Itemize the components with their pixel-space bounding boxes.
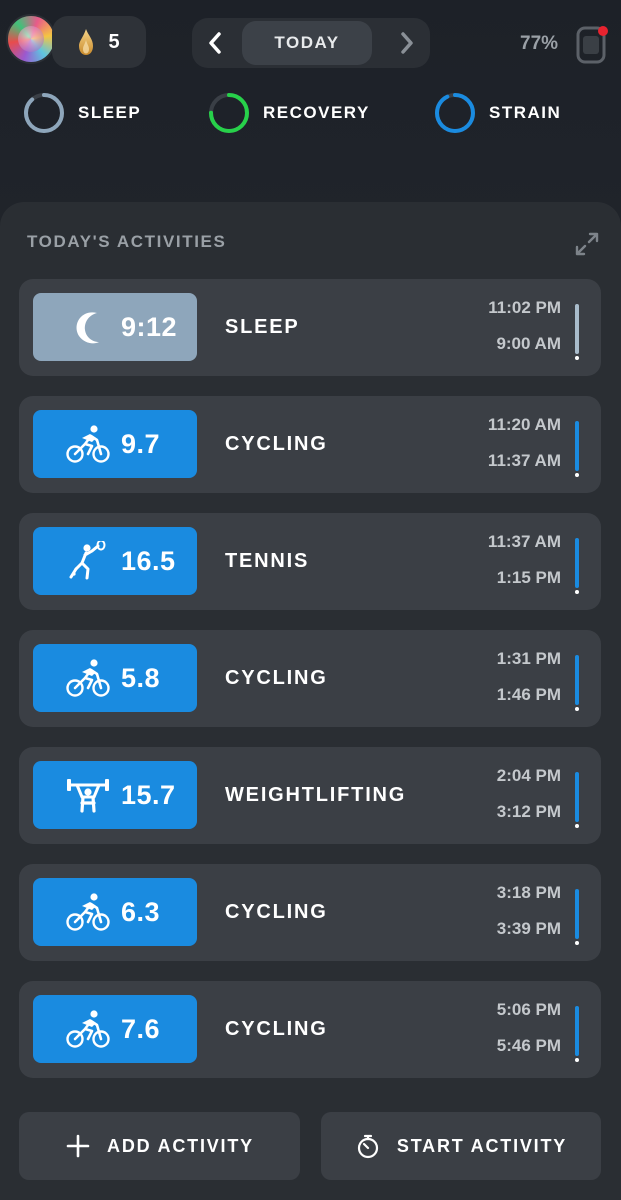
activity-row-tennis[interactable]: 16.5 TENNIS 11:37 AM 1:15 PM [19, 513, 601, 610]
activity-start-time: 3:18 PM [496, 883, 561, 902]
activities-title: TODAY'S ACTIVITIES [27, 232, 227, 251]
current-date-button[interactable]: TODAY [242, 21, 372, 65]
activity-row-cycling[interactable]: 7.6 CYCLING 5:06 PM 5:46 PM [19, 981, 601, 1078]
activity-end-time: 3:39 PM [496, 919, 561, 938]
activity-badge: 6.3 [33, 878, 197, 946]
activity-name: CYCLING [225, 1018, 328, 1040]
activity-badge: 9.7 [33, 410, 197, 478]
flame-icon [79, 29, 94, 55]
activity-start-time: 11:37 AM [487, 532, 561, 551]
activity-start-time: 1:31 PM [496, 649, 561, 668]
activity-end-time: 3:12 PM [496, 802, 561, 821]
activity-end-time: 1:46 PM [496, 685, 561, 704]
battery-percentage: 77% [520, 33, 559, 54]
activity-duration-bar [575, 1006, 579, 1062]
activity-badge: 7.6 [33, 995, 197, 1063]
activity-name: SLEEP [225, 316, 300, 338]
sleep-metric-label: SLEEP [78, 103, 142, 122]
streak-badge[interactable]: 5 [52, 16, 146, 68]
activity-row-weightlifting[interactable]: 15.7 WEIGHTLIFTING 2:04 PM 3:12 PM [19, 747, 601, 844]
activity-start-time: 11:02 PM [488, 298, 561, 317]
tennis-icon [69, 541, 106, 580]
activity-duration-bar [575, 538, 579, 594]
activity-duration-bar [575, 889, 579, 945]
activity-score: 9.7 [121, 428, 161, 459]
activity-badge: 9:12 [33, 293, 197, 361]
previous-day-button[interactable] [192, 18, 238, 68]
chevron-right-icon [401, 32, 413, 54]
stopwatch-icon [357, 1134, 378, 1159]
activity-score: 5.8 [121, 662, 161, 693]
start-activity-button[interactable]: START ACTIVITY [321, 1112, 601, 1180]
activity-duration-bar [575, 304, 579, 360]
chevron-left-icon [209, 32, 221, 54]
activity-row-cycling[interactable]: 6.3 CYCLING 3:18 PM 3:39 PM [19, 864, 601, 961]
activity-name: CYCLING [225, 667, 328, 689]
activity-row-sleep[interactable]: 9:12 SLEEP 11:02 PM 9:00 AM [19, 279, 601, 376]
recovery-ring-icon [209, 93, 249, 133]
weightlifting-icon [67, 779, 109, 813]
strain-metric[interactable]: STRAIN [434, 92, 561, 134]
activity-end-time: 5:46 PM [496, 1036, 561, 1055]
activity-name: CYCLING [225, 901, 328, 923]
profile-avatar[interactable] [6, 14, 56, 64]
recovery-metric[interactable]: RECOVERY [208, 92, 370, 134]
plus-icon [66, 1134, 90, 1158]
activity-name: CYCLING [225, 433, 328, 455]
activity-end-time: 1:15 PM [496, 568, 561, 587]
activity-start-time: 5:06 PM [496, 1000, 561, 1019]
activity-badge: 16.5 [33, 527, 197, 595]
activity-badge: 15.7 [33, 761, 197, 829]
wearable-device-icon[interactable] [574, 22, 610, 66]
activity-duration-bar [575, 655, 579, 711]
activity-end-time: 11:37 AM [487, 451, 561, 470]
activity-score: 16.5 [121, 545, 176, 576]
activity-row-cycling[interactable]: 5.8 CYCLING 1:31 PM 1:46 PM [19, 630, 601, 727]
activity-duration-bar [575, 772, 579, 828]
activity-duration-bar [575, 421, 579, 477]
next-day-button[interactable] [384, 18, 430, 68]
expand-icon[interactable] [573, 230, 601, 258]
activity-start-time: 2:04 PM [496, 766, 561, 785]
strain-ring-icon [435, 93, 475, 133]
activity-name: WEIGHTLIFTING [225, 784, 407, 806]
cycling-icon [66, 659, 110, 697]
date-navigator: TODAY [192, 18, 430, 68]
add-activity-button[interactable]: ADD ACTIVITY [19, 1112, 300, 1180]
activity-row-cycling[interactable]: 9.7 CYCLING 11:20 AM 11:37 AM [19, 396, 601, 493]
activity-name: TENNIS [225, 550, 310, 572]
strain-metric-label: STRAIN [489, 103, 562, 122]
cycling-icon [66, 893, 110, 931]
activity-start-time: 11:20 AM [487, 415, 561, 434]
activity-badge: 5.8 [33, 644, 197, 712]
add-activity-label: ADD ACTIVITY [107, 1135, 254, 1156]
activity-score: 15.7 [121, 779, 176, 810]
activity-end-time: 9:00 AM [496, 334, 561, 353]
moon-icon [76, 312, 99, 344]
activity-score: 7.6 [121, 1013, 161, 1044]
activity-score: 9:12 [121, 311, 178, 342]
sleep-ring-icon [24, 93, 64, 133]
recovery-metric-label: RECOVERY [263, 103, 370, 122]
sleep-metric[interactable]: SLEEP [23, 92, 141, 134]
activity-score: 6.3 [121, 896, 161, 927]
start-activity-label: START ACTIVITY [396, 1135, 568, 1156]
streak-count: 5 [108, 30, 120, 53]
cycling-icon [66, 1010, 110, 1048]
cycling-icon [66, 425, 110, 463]
